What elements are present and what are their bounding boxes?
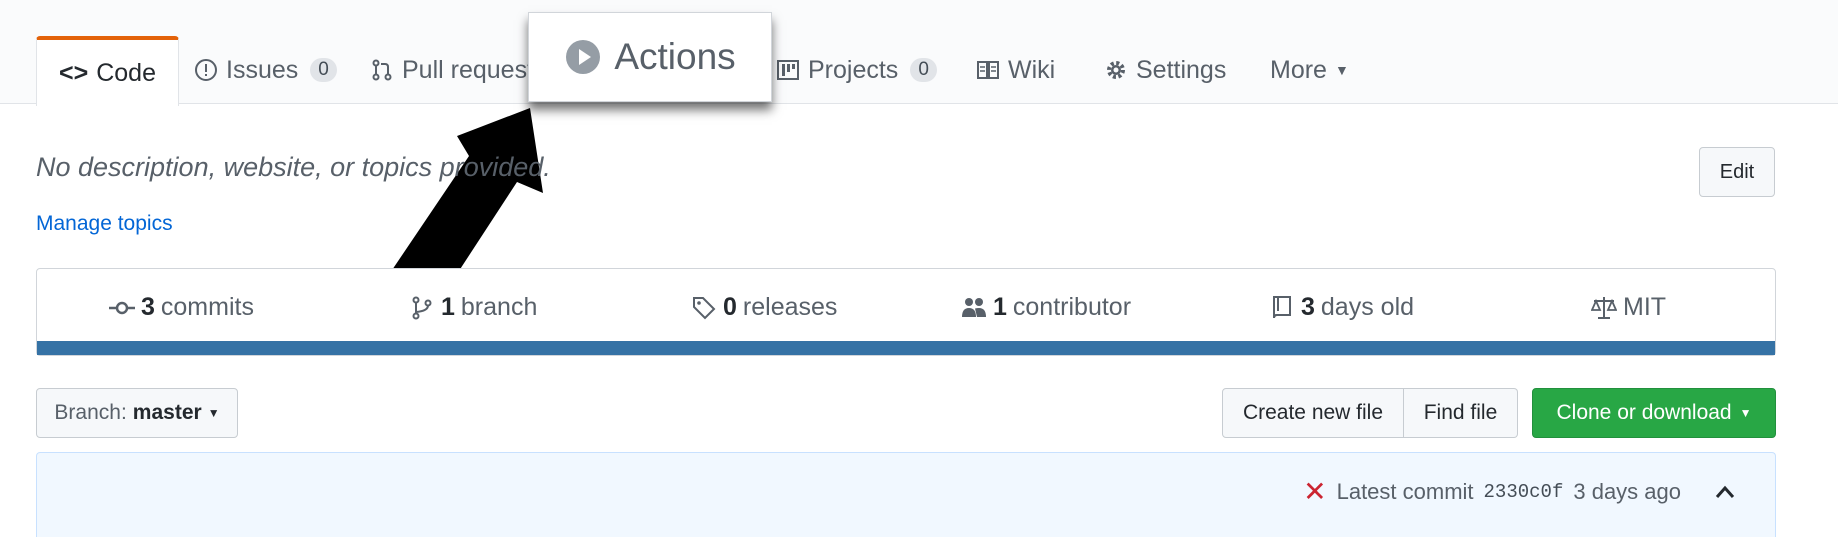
projects-count: 0 <box>910 58 937 82</box>
commit-age: 3 days ago <box>1573 478 1681 504</box>
book-icon <box>977 61 999 79</box>
tab-wiki[interactable]: Wiki <box>976 36 1055 104</box>
repo-icon <box>1273 295 1291 318</box>
project-icon <box>777 60 799 80</box>
tab-settings-label: Settings <box>1136 55 1227 84</box>
issue-icon <box>195 59 217 81</box>
stat-age: 3 days old <box>1269 293 1414 322</box>
branch-name: master <box>132 401 202 424</box>
people-icon <box>962 297 986 317</box>
branch-prefix: Branch: <box>54 401 127 424</box>
clone-label: Clone or download <box>1556 401 1732 424</box>
chevron-up-icon[interactable] <box>1715 479 1735 505</box>
latest-commit-label: Latest commit <box>1336 478 1474 504</box>
create-new-file-button[interactable]: Create new file <box>1222 388 1404 438</box>
manage-topics-link[interactable]: Manage topics <box>36 212 173 236</box>
caret-down-icon: ▼ <box>1739 406 1752 420</box>
stat-contributors[interactable]: 1 contributor <box>961 293 1131 322</box>
tab-projects-label: Projects <box>808 55 899 84</box>
law-icon <box>1591 296 1617 319</box>
caret-down-icon: ▼ <box>207 406 220 420</box>
gear-icon <box>1107 61 1125 79</box>
commit-icon <box>109 301 135 314</box>
tab-more[interactable]: More ▼ <box>1270 36 1349 104</box>
tab-issues[interactable]: Issues 0 <box>194 36 337 104</box>
contributors-count: 1 <box>993 293 1007 321</box>
stat-license[interactable]: MIT <box>1591 293 1666 322</box>
code-icon: <> <box>59 58 89 87</box>
branches-count: 1 <box>441 293 455 321</box>
releases-count: 0 <box>723 293 737 321</box>
tab-code-label: Code <box>96 58 156 87</box>
repo-description: No description, website, or topics provi… <box>36 152 551 182</box>
tab-code[interactable]: <> Code <box>36 36 179 106</box>
file-actions: Create new file Find file <box>1222 388 1518 438</box>
language-bar[interactable] <box>37 341 1775 355</box>
commit-info: ✕ Latest commit 2330c0f 3 days ago <box>1303 475 1735 508</box>
edit-button[interactable]: Edit <box>1699 147 1775 197</box>
repo-summary: 3 commits 1 branch 0 releases 1 contribu… <box>36 268 1776 356</box>
stat-branches[interactable]: 1 branch <box>409 293 537 322</box>
tab-pull-requests-label: Pull request <box>402 55 535 84</box>
caret-down-icon: ▼ <box>1334 62 1349 78</box>
branch-icon <box>412 296 432 319</box>
branch-select-button[interactable]: Branch: master ▼ <box>36 388 238 438</box>
repo-nav: <> Code Issues 0 Pull request Projects 0… <box>0 0 1838 106</box>
commit-sha-link[interactable]: 2330c0f <box>1484 481 1564 503</box>
x-icon[interactable]: ✕ <box>1303 475 1326 508</box>
tab-wiki-label: Wiki <box>1008 55 1056 84</box>
tab-more-label: More <box>1270 55 1327 84</box>
stat-commits[interactable]: 3 commits <box>109 293 254 322</box>
commits-label: commits <box>160 293 254 321</box>
pull-request-icon <box>372 59 392 81</box>
actions-label: Actions <box>614 36 736 77</box>
tab-issues-label: Issues <box>226 55 299 84</box>
releases-label: releases <box>742 293 838 321</box>
clone-or-download-button[interactable]: Clone or download ▼ <box>1532 388 1776 438</box>
branches-label: branch <box>460 293 538 321</box>
stat-releases[interactable]: 0 releases <box>691 293 837 322</box>
latest-commit-bar: ✕ Latest commit 2330c0f 3 days ago <box>36 452 1776 537</box>
license-label: MIT <box>1623 293 1667 321</box>
tab-pull-requests[interactable]: Pull request <box>370 36 534 104</box>
contributors-label: contributor <box>1012 293 1132 321</box>
age-label: days old <box>1320 293 1415 321</box>
age-count: 3 <box>1301 293 1315 321</box>
issues-count: 0 <box>310 58 337 82</box>
play-icon <box>566 40 601 74</box>
tab-projects[interactable]: Projects 0 <box>776 36 937 104</box>
tab-settings[interactable]: Settings <box>1104 36 1226 104</box>
commits-count: 3 <box>141 293 155 321</box>
tag-icon <box>693 296 716 319</box>
find-file-button[interactable]: Find file <box>1404 388 1518 438</box>
actions-tab-callout[interactable]: Actions <box>528 12 772 102</box>
